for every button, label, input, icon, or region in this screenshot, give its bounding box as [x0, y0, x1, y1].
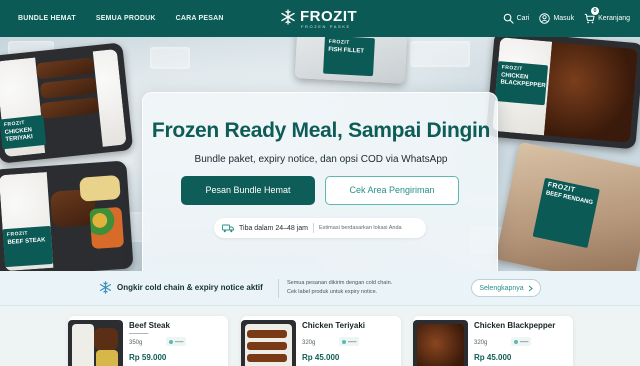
- search-icon: [503, 13, 514, 24]
- product-name: Beef Steak: [129, 321, 170, 330]
- chevron-right-icon: [528, 285, 533, 291]
- login-button[interactable]: Masuk: [539, 13, 574, 24]
- shipping-info-bar: Ongkir cold chain & expiry notice aktif …: [0, 271, 640, 306]
- eta-divider: [313, 223, 315, 233]
- cart-button[interactable]: 0 Keranjang: [584, 7, 630, 24]
- nav-actions: Cari Masuk 0 Keranjang: [503, 0, 630, 37]
- pack-label: FROZIT BEEF RENDANG: [532, 177, 600, 249]
- brand-tagline: FROZEN PASKE: [301, 24, 351, 29]
- hero-title: Frozen Ready Meal, Sampai Dingin: [151, 119, 491, 142]
- cold-chain-badge: ━━━━: [166, 337, 187, 346]
- pack-label: FROZIT CHICKEN TERIYAKI: [0, 114, 47, 150]
- nav-link-semua-produk[interactable]: SEMUA PRODUK: [96, 15, 156, 22]
- hero-banner: FROZIT CHICKEN TERIYAKI FROZIT BEEF STEA…: [0, 37, 640, 271]
- product-card-chicken-blackpepper[interactable]: Chicken Blackpepper 320g ━━━━ Rp 45.000: [413, 316, 573, 366]
- pack-label: FROZIT FISH FILLET: [323, 37, 375, 77]
- info-line-2: Cek label produk untuk expiry notice.: [287, 289, 378, 295]
- search-button[interactable]: Cari: [503, 13, 530, 24]
- product-image: [241, 320, 296, 366]
- food-pouch-beef-rendang: FROZIT BEEF RENDANG: [495, 141, 640, 271]
- pack-label: FROZIT CHICKEN BLACKPEPPER: [494, 61, 549, 106]
- snowflake-icon: [281, 9, 295, 25]
- product-list: Beef Steak ━━━━━━━━ 350g ━━━━ Rp 59.000 …: [0, 306, 640, 366]
- info-divider: [278, 279, 279, 298]
- product-name: Chicken Blackpepper: [474, 321, 556, 330]
- ice-cube: [150, 47, 190, 69]
- product-price: Rp 59.000: [129, 353, 167, 362]
- product-weight: 350g: [129, 340, 143, 346]
- eta-note: Estimasi berdasarkan lokasi Anda: [319, 225, 402, 231]
- user-icon: [539, 13, 551, 24]
- nav-link-cara-pesan[interactable]: CARA PESAN: [176, 15, 224, 22]
- search-label: Cari: [516, 15, 530, 22]
- product-weight: 320g: [302, 340, 316, 346]
- cart-count-badge: 0: [591, 7, 600, 15]
- product-price: Rp 45.000: [474, 353, 512, 362]
- food-tray-chicken-teriyaki: FROZIT CHICKEN TERIYAKI: [0, 42, 134, 164]
- pack-label: FROZIT BEEF STEAK: [2, 225, 54, 268]
- product-card-chicken-teriyaki[interactable]: Chicken Teriyaki 320g ━━━━ Rp 45.000: [241, 316, 401, 366]
- product-weight: 320g: [474, 340, 488, 346]
- snowflake-icon: [99, 281, 112, 294]
- product-price: Rp 45.000: [302, 353, 340, 362]
- eta-text: Tiba dalam 24–48 jam: [239, 224, 309, 232]
- food-tray-beef-steak: FROZIT BEEF STEAK: [0, 160, 134, 271]
- info-line-1: Semua pesanan dikirim dengan cold chain.: [287, 280, 393, 286]
- product-image: [413, 320, 468, 366]
- nav-link-bundle-hemat[interactable]: BUNDLE HEMAT: [18, 15, 76, 22]
- food-pouch-fish-fillet: FROZIT FISH FILLET: [294, 37, 408, 84]
- product-image: [68, 320, 123, 366]
- delivery-eta-pill: Tiba dalam 24–48 jam Estimasi berdasarka…: [214, 218, 426, 238]
- learn-more-label: Selengkapnya: [479, 284, 524, 292]
- product-name: Chicken Teriyaki: [302, 321, 365, 330]
- cart-label: Keranjang: [598, 15, 630, 22]
- brand-logo[interactable]: FROZIT FROZEN PASKE: [280, 7, 360, 31]
- top-navbar: BUNDLE HEMAT SEMUA PRODUK CARA PESAN FRO…: [0, 0, 640, 37]
- ice-cube: [410, 41, 470, 67]
- info-title: Ongkir cold chain & expiry notice aktif: [117, 283, 263, 292]
- product-card-beef-steak[interactable]: Beef Steak ━━━━━━━━ 350g ━━━━ Rp 59.000: [68, 316, 228, 366]
- nav-links: BUNDLE HEMAT SEMUA PRODUK CARA PESAN: [18, 0, 224, 37]
- cold-chain-badge: ━━━━: [511, 337, 532, 346]
- cold-chain-badge: ━━━━: [339, 337, 360, 346]
- product-subname: ━━━━━━━━: [129, 331, 149, 336]
- food-tray-chicken-blackpepper: FROZIT CHICKEN BLACKPEPPER: [485, 37, 640, 150]
- login-label: Masuk: [553, 15, 575, 22]
- hero-card: Frozen Ready Meal, Sampai Dingin Bundle …: [142, 92, 498, 271]
- truck-icon: [222, 224, 234, 232]
- hero-subtitle: Bundle paket, expiry notice, dan opsi CO…: [194, 154, 448, 165]
- brand-name: FROZIT: [300, 8, 358, 25]
- order-bundle-button[interactable]: Pesan Bundle Hemat: [181, 176, 315, 205]
- check-delivery-area-button[interactable]: Cek Area Pengiriman: [325, 176, 459, 205]
- learn-more-button[interactable]: Selengkapnya: [471, 279, 541, 297]
